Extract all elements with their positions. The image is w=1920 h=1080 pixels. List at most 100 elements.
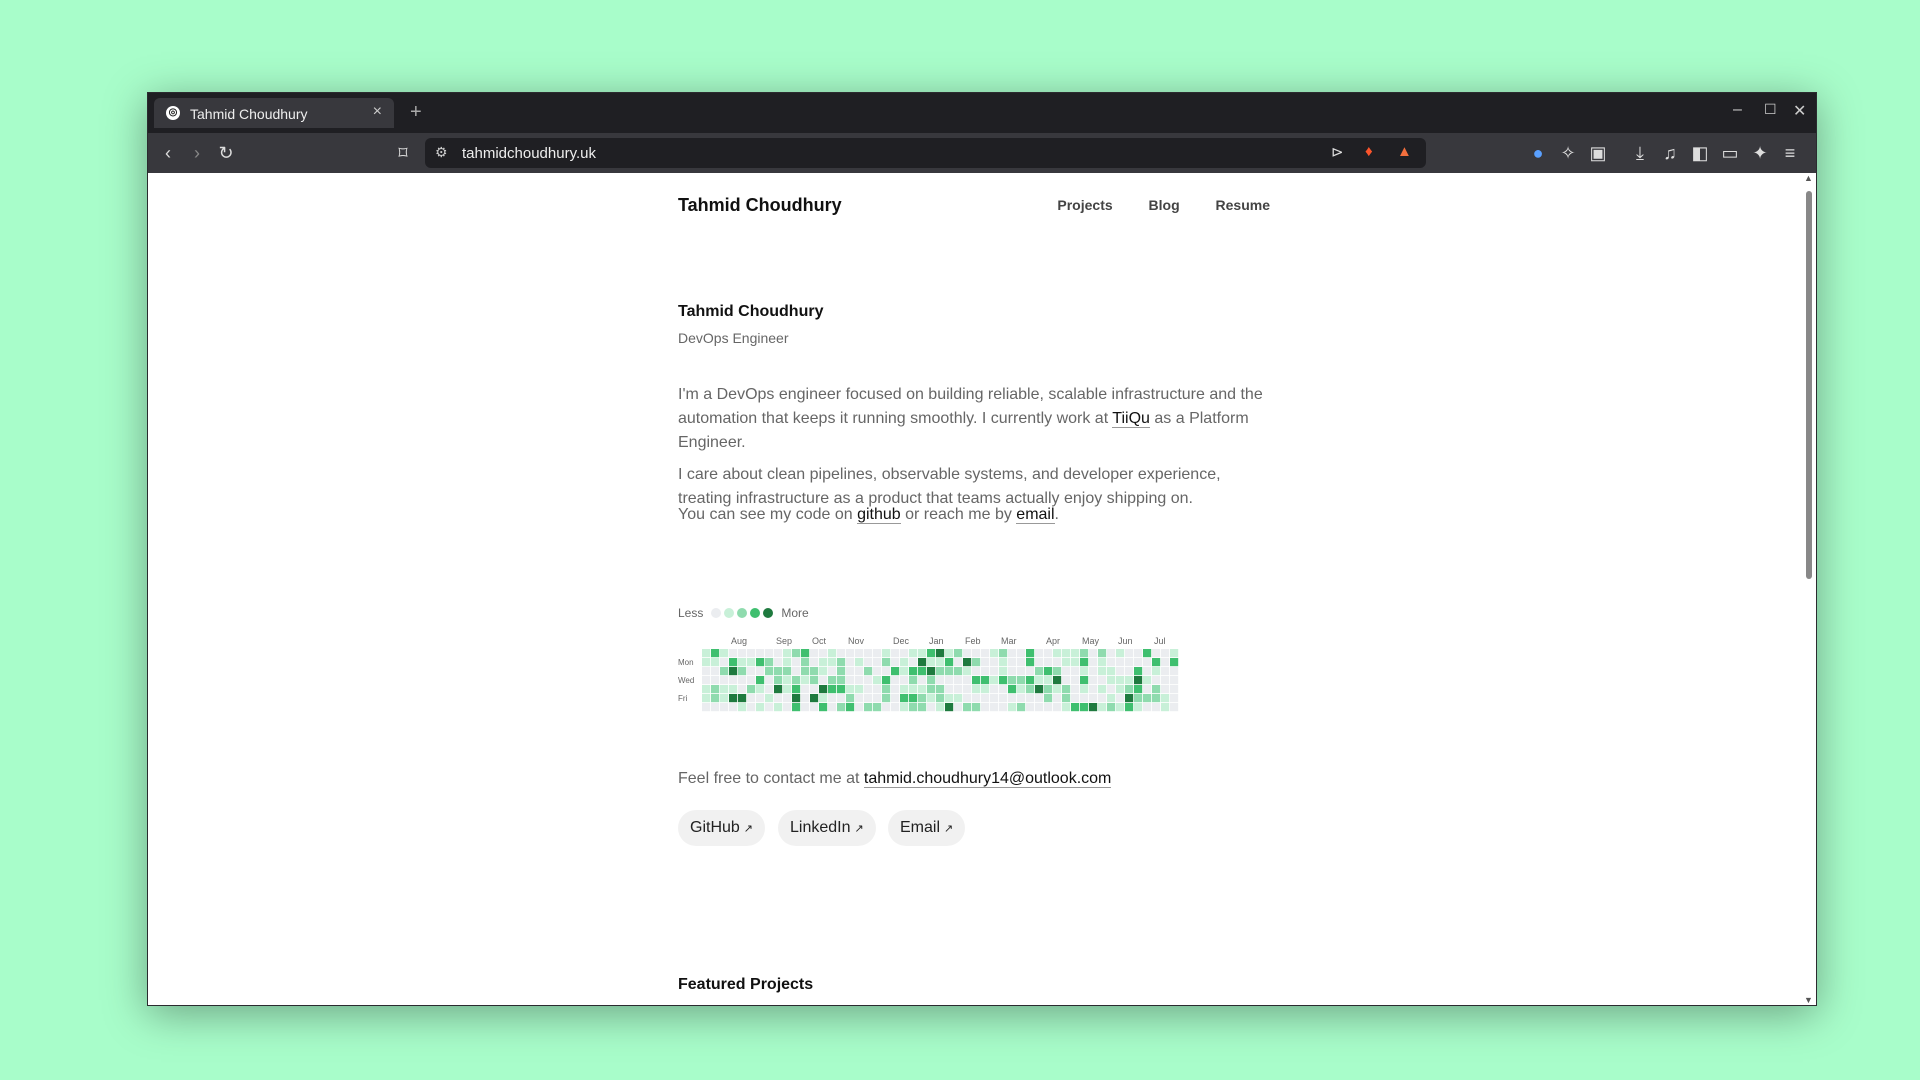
forward-icon[interactable]: › (185, 141, 209, 165)
browser-tab[interactable]: ◎ Tahmid Choudhury × (154, 98, 394, 128)
scroll-down-icon[interactable]: ▼ (1804, 995, 1813, 1005)
nav-blog[interactable]: Blog (1149, 197, 1180, 213)
bio-paragraph-3: You can see my code on github or reach m… (678, 503, 1270, 527)
contribution-cell (1143, 649, 1152, 658)
send-icon[interactable]: ⊳ (1331, 143, 1344, 161)
contribution-cell (828, 649, 837, 658)
close-tab-icon[interactable]: × (373, 103, 382, 121)
nav-resume[interactable]: Resume (1216, 197, 1270, 213)
contribution-cell (891, 658, 900, 667)
contribution-cell (1098, 685, 1107, 694)
github-link[interactable]: github (857, 506, 901, 524)
contribution-cell (1026, 649, 1035, 658)
new-tab-icon[interactable]: + (410, 101, 422, 124)
contribution-cell (747, 703, 756, 712)
maximize-icon[interactable]: ☐ (1764, 101, 1777, 118)
contribution-cell (846, 649, 855, 658)
contribution-cell (1062, 685, 1071, 694)
contact-email-link[interactable]: tahmid.choudhury14@outlook.com (863, 770, 1112, 788)
contribution-cell (1080, 658, 1089, 667)
minimize-icon[interactable]: – (1733, 101, 1742, 119)
github-button[interactable]: GitHub ↗ (678, 810, 766, 846)
external-link-icon: ↗ (743, 823, 754, 835)
contribution-cell (801, 667, 810, 676)
contribution-cell (1170, 676, 1179, 685)
leo-ai-icon[interactable]: ✦ (1748, 141, 1772, 165)
contribution-cell (729, 676, 738, 685)
contribution-cell (918, 676, 927, 685)
contribution-cell (882, 667, 891, 676)
contribution-cell (1062, 694, 1071, 703)
contribution-cell (1071, 667, 1080, 676)
contribution-cell (900, 658, 909, 667)
contribution-cell (909, 703, 918, 712)
contribution-cell (1053, 685, 1062, 694)
contribution-cell (1035, 649, 1044, 658)
contribution-cell (873, 649, 882, 658)
contribution-cell (909, 676, 918, 685)
reader-mode-icon[interactable]: ▣ (1586, 141, 1610, 165)
contribution-cell (702, 676, 711, 685)
contribution-cell (819, 667, 828, 676)
contribution-cell (783, 649, 792, 658)
menu-icon[interactable]: ≡ (1778, 141, 1802, 165)
nav-projects[interactable]: Projects (1057, 197, 1112, 213)
browser-toolbar: ‹ › ↻ ⌑ ⚙ tahmidchoudhury.uk ⊳ ♦ ▲ ● ✧ ▣… (148, 133, 1816, 173)
contribution-cell (1134, 694, 1143, 703)
sidebar-icon[interactable]: ◧ (1688, 141, 1712, 165)
contribution-cell (891, 667, 900, 676)
contribution-cell (1152, 685, 1161, 694)
extension-icon[interactable]: ● (1526, 141, 1550, 165)
site-name[interactable]: Tahmid Choudhury (678, 195, 842, 216)
contribution-cell (1098, 658, 1107, 667)
extensions-puzzle-icon[interactable]: ✧ (1556, 141, 1580, 165)
brave-shields-icon[interactable]: ♦ (1365, 143, 1373, 160)
site-info-icon[interactable]: ⚙ (435, 144, 448, 161)
contribution-cell (720, 649, 729, 658)
contribution-cell (1107, 676, 1116, 685)
scrollbar-thumb[interactable] (1806, 191, 1812, 579)
contribution-cell (882, 703, 891, 712)
download-icon[interactable]: ⤓ (1628, 141, 1652, 165)
tiiqu-link[interactable]: TiiQu (1112, 410, 1150, 428)
contribution-cell (1143, 667, 1152, 676)
contribution-cell (1080, 676, 1089, 685)
contribution-cell (801, 676, 810, 685)
reload-icon[interactable]: ↻ (214, 141, 238, 165)
address-bar[interactable]: ⚙ tahmidchoudhury.uk ⊳ ♦ ▲ (425, 138, 1426, 168)
page-scrollbar[interactable]: ▲ ▼ (1802, 173, 1816, 1005)
contribution-cell (945, 694, 954, 703)
window-close-icon[interactable]: ✕ (1793, 101, 1806, 121)
contribution-cell (900, 676, 909, 685)
contribution-cell (909, 694, 918, 703)
contribution-cell (1089, 694, 1098, 703)
bookmark-icon[interactable]: ⌑ (391, 141, 415, 165)
contribution-cell (738, 703, 747, 712)
contribution-cell (1152, 658, 1161, 667)
contribution-cell (702, 649, 711, 658)
scroll-up-icon[interactable]: ▲ (1804, 173, 1813, 183)
back-icon[interactable]: ‹ (156, 141, 180, 165)
contribution-cell (954, 685, 963, 694)
contribution-cell (864, 703, 873, 712)
email-button[interactable]: Email ↗ (888, 810, 966, 846)
email-link[interactable]: email (1016, 506, 1055, 524)
contribution-cell (1044, 685, 1053, 694)
contribution-cell (1035, 676, 1044, 685)
brave-rewards-icon[interactable]: ▲ (1397, 143, 1412, 160)
wallet-icon[interactable]: ▭ (1718, 141, 1742, 165)
contribution-cell (936, 667, 945, 676)
contribution-cell (900, 703, 909, 712)
contribution-cell (855, 676, 864, 685)
contribution-cell (927, 658, 936, 667)
contribution-cell (1080, 667, 1089, 676)
contribution-cell (1017, 658, 1026, 667)
contribution-cell (1161, 649, 1170, 658)
media-icon[interactable]: ♫ (1658, 141, 1682, 165)
linkedin-button[interactable]: LinkedIn ↗ (778, 810, 876, 846)
contribution-cell (738, 649, 747, 658)
contribution-cell (918, 649, 927, 658)
contribution-cell (765, 703, 774, 712)
contribution-cell (1053, 694, 1062, 703)
contribution-cell (1026, 667, 1035, 676)
